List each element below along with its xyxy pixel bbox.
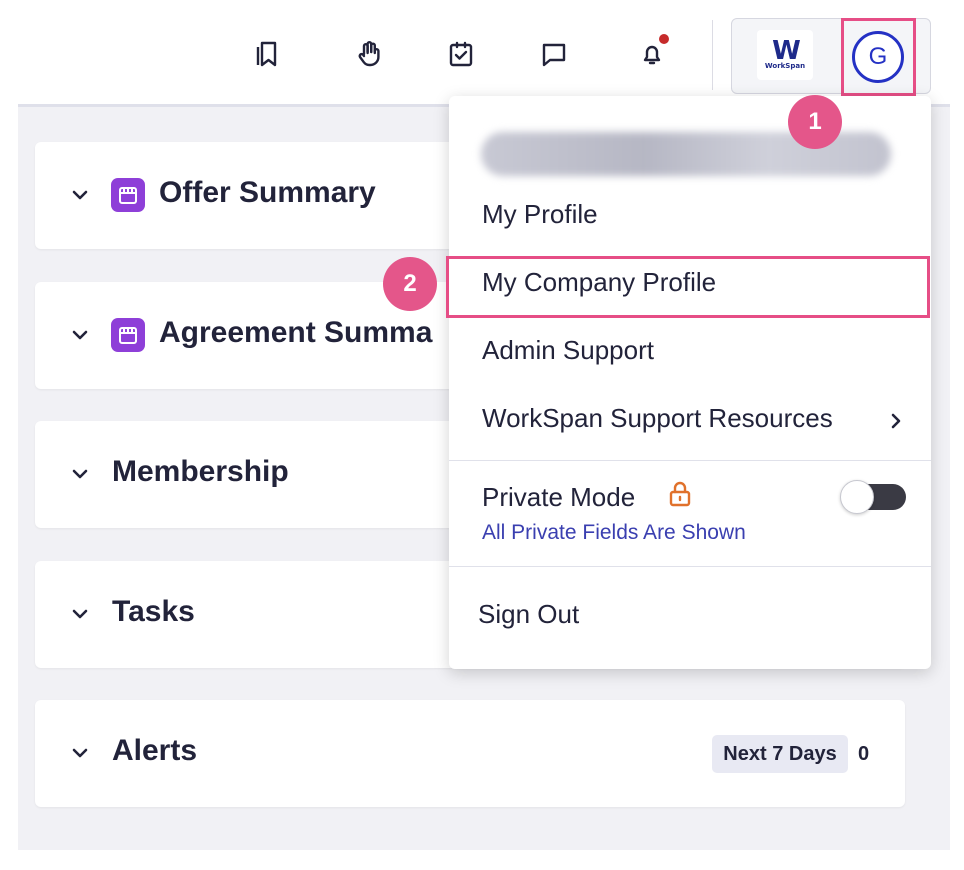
step-callout-2: 2 (383, 257, 437, 311)
storefront-icon (111, 178, 145, 212)
profile-menu: My Profile My Company Profile Admin Supp… (449, 96, 931, 669)
task-checklist-icon[interactable] (443, 36, 479, 72)
toggle-knob (840, 480, 874, 514)
lock-icon (669, 481, 691, 507)
chevron-down-icon (72, 330, 88, 340)
section-title: Membership (112, 455, 289, 488)
company-logo-mark: W (772, 35, 801, 66)
private-mode-label: Private Mode (482, 482, 636, 512)
toolbar-divider (712, 20, 713, 90)
menu-item-label: My Profile (482, 199, 598, 229)
storefront-icon (111, 318, 145, 352)
menu-item-workspan-support-resources[interactable]: WorkSpan Support Resources (449, 390, 931, 450)
notifications-icon[interactable] (634, 34, 670, 72)
private-mode-toggle[interactable] (840, 480, 906, 514)
menu-item-my-profile[interactable]: My Profile (449, 186, 931, 246)
menu-divider (449, 460, 931, 461)
company-profile-highlight-box (446, 256, 930, 318)
section-title: Offer Summary (159, 176, 376, 209)
chevron-down-icon (72, 190, 88, 200)
section-title: Agreement Summa (159, 316, 433, 349)
chevron-down-icon (72, 748, 88, 758)
top-bar: W WorkSpan G (0, 0, 964, 104)
menu-item-admin-support[interactable]: Admin Support (449, 322, 931, 382)
chevron-down-icon (72, 469, 88, 479)
company-logo-text: WorkSpan (764, 61, 806, 70)
notification-badge (659, 34, 669, 44)
private-mode-description: All Private Fields Are Shown (482, 521, 746, 544)
section-alerts[interactable]: Alerts Next 7 Days 0 (35, 700, 905, 807)
section-title: Tasks (112, 595, 195, 628)
menu-divider (449, 566, 931, 567)
alerts-range-badge[interactable]: Next 7 Days (712, 735, 848, 773)
chevron-down-icon (72, 609, 88, 619)
section-title: Alerts (112, 734, 198, 767)
chat-icon[interactable] (536, 36, 572, 72)
menu-item-label: Admin Support (482, 335, 654, 365)
raise-hand-icon[interactable] (351, 36, 387, 72)
menu-item-label: Sign Out (478, 599, 580, 629)
avatar-highlight-box (841, 18, 916, 96)
company-logo[interactable]: W WorkSpan (757, 30, 813, 80)
bookmarks-icon[interactable] (249, 36, 285, 72)
menu-item-sign-out[interactable]: Sign Out (449, 586, 931, 646)
menu-item-label: WorkSpan Support Resources (482, 403, 833, 433)
chevron-right-icon (891, 413, 901, 429)
alerts-count: 0 (858, 743, 870, 765)
step-callout-1: 1 (788, 95, 842, 149)
